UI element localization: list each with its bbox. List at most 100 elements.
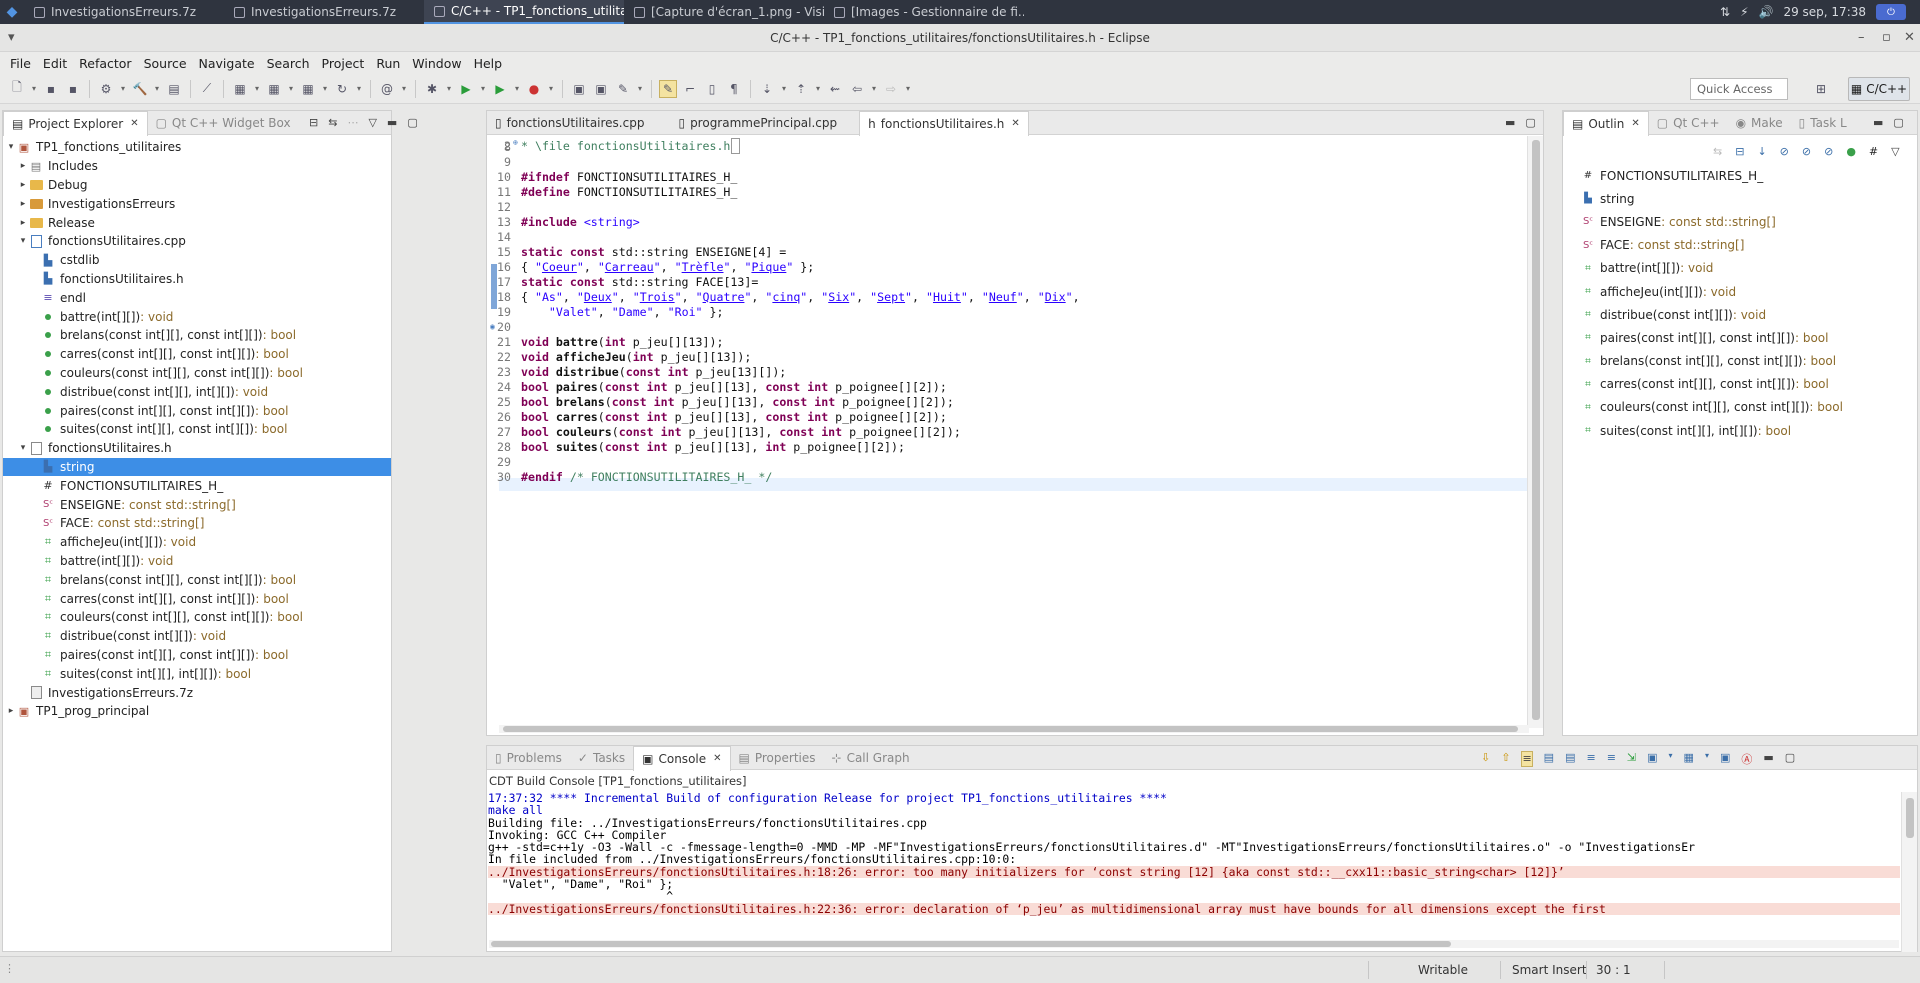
tree-item[interactable]: carres(const int[][], const int[][]) : b…	[3, 345, 391, 364]
build-settings-icon[interactable]: ⚙	[97, 80, 115, 98]
expand-arrow-icon[interactable]: ▸	[5, 706, 17, 716]
tab-outline[interactable]: ▤ Outlin ✕	[1563, 110, 1649, 136]
tree-item[interactable]: ▸ Release	[3, 213, 391, 232]
back-icon[interactable]: ⇦	[848, 80, 866, 98]
console-toggle-icon[interactable]: ▣	[1720, 751, 1730, 767]
tree-item[interactable]: ▙ fonctionsUtilitaires.h	[3, 270, 391, 289]
maximize-view-icon[interactable]: ▢	[407, 116, 417, 129]
binary-icon[interactable]: ▤	[165, 80, 183, 98]
dropdown-icon[interactable]: ▾	[119, 80, 127, 98]
block-selection-icon[interactable]: ⌐	[681, 80, 699, 98]
outline-item[interactable]: ⌗ afficheJeu(int[][]) : void	[1563, 280, 1913, 303]
scroll-up-icon[interactable]: ⇧	[1501, 751, 1510, 767]
menu-project[interactable]: Project	[316, 56, 371, 71]
at-icon[interactable]: @	[378, 80, 396, 98]
perspective-button[interactable]: ▦ C/C++	[1848, 77, 1910, 101]
previous-annotation-icon[interactable]: ⇡	[792, 80, 810, 98]
tab-programme-principal-cpp[interactable]: ▯ programmePrincipal.cpp	[670, 111, 845, 135]
collapse-arrow-icon[interactable]: ▾	[17, 443, 29, 453]
dropdown-icon[interactable]: ▾	[870, 80, 878, 98]
volume-icon[interactable]: 🔊	[1759, 5, 1774, 19]
external-tools-icon[interactable]: ●	[525, 80, 543, 98]
menu-refactor[interactable]: Refactor	[73, 56, 137, 71]
collapse-all-icon[interactable]: ⊟	[1735, 145, 1744, 158]
maximize-view-icon[interactable]: ▢	[1893, 116, 1903, 129]
menu-run[interactable]: Run	[370, 56, 406, 71]
filter-icon[interactable]: ⋯	[347, 116, 358, 129]
start-menu-icon[interactable]: ◆	[0, 0, 24, 24]
quick-access-input[interactable]: Quick Access	[1690, 78, 1788, 100]
scrollbar-thumb[interactable]	[1906, 798, 1914, 838]
skip-breakpoints-icon[interactable]: ⟋	[198, 80, 216, 98]
close-tab-icon[interactable]: ✕	[130, 118, 138, 129]
dropdown-icon[interactable]: ▾	[321, 80, 329, 98]
tab-fonctions-utilitaires-cpp[interactable]: ▯ fonctionsUtilitaires.cpp	[487, 111, 652, 135]
dropdown-icon[interactable]: ▾	[30, 80, 38, 98]
outline-item[interactable]: Sᶜ ENSEIGNE : const std::string[]	[1563, 210, 1913, 233]
maximize-view-icon[interactable]: ▢	[1785, 751, 1795, 767]
dropdown-icon[interactable]: ▾	[479, 80, 487, 98]
menu-edit[interactable]: Edit	[37, 56, 73, 71]
open-console-icon[interactable]: ▦	[1684, 751, 1694, 767]
display-console-icon[interactable]: ▣	[1647, 751, 1657, 767]
tree-item[interactable]: ⌗ carres(const int[][], const int[][]) : …	[3, 589, 391, 608]
dropdown-icon[interactable]: ▾	[1705, 751, 1709, 767]
view-menu-icon[interactable]: ▽	[368, 116, 376, 129]
tree-item[interactable]: battre(int[][]) : void	[3, 307, 391, 326]
dropdown-icon[interactable]: ▾	[547, 80, 555, 98]
hide-groups-icon[interactable]: ●	[1846, 145, 1856, 158]
editor-horizontal-scrollbar[interactable]	[499, 725, 1529, 733]
tab-console[interactable]: ▣ Console ✕	[633, 745, 731, 771]
tree-item[interactable]: ⌗ distribue(const int[][]) : void	[3, 627, 391, 646]
dropdown-icon[interactable]: ▾	[780, 80, 788, 98]
menu-file[interactable]: File	[4, 56, 37, 71]
tree-item[interactable]: ⌗ suites(const int[][], int[][]) : bool	[3, 664, 391, 683]
collapse-arrow-icon[interactable]: ▾	[17, 236, 29, 246]
scroll-lock-icon[interactable]: ≡	[1521, 751, 1533, 767]
expand-arrow-icon[interactable]: ▸	[17, 161, 29, 171]
tree-item[interactable]: brelans(const int[][], const int[][]) : …	[3, 326, 391, 345]
dropdown-icon[interactable]: ▾	[253, 80, 261, 98]
tab-call-graph[interactable]: ⊹ Call Graph	[824, 746, 918, 770]
toggle-comment-icon[interactable]: ▯	[703, 80, 721, 98]
tree-item[interactable]: ▸ ▣ TP1_prog_principal	[3, 702, 391, 721]
menu-window[interactable]: Window	[406, 56, 467, 71]
tree-item[interactable]: InvestigationsErreurs.7z	[3, 683, 391, 702]
close-tab-icon[interactable]: ✕	[1631, 118, 1639, 129]
dropdown-icon[interactable]: ▾	[814, 80, 822, 98]
last-edit-icon[interactable]: ⇜	[826, 80, 844, 98]
tab-qt-cpp[interactable]: ▢ Qt C++	[1649, 111, 1728, 135]
menu-navigate[interactable]: Navigate	[193, 56, 261, 71]
open-perspective-icon[interactable]: ⊞	[1812, 80, 1830, 98]
taskbar-task[interactable]: C/C++ - TP1_fonctions_utilitai...	[424, 0, 624, 24]
tree-item[interactable]: ▙ string	[3, 457, 391, 477]
refresh-icon[interactable]: ↻	[333, 80, 351, 98]
previous-error-icon[interactable]: ≡	[1586, 751, 1595, 767]
tree-item[interactable]: ⌗ afficheJeu(int[][]) : void	[3, 533, 391, 552]
dropdown-icon[interactable]: ▾	[904, 80, 912, 98]
pin-console-icon[interactable]: ⇲	[1627, 751, 1636, 767]
tree-item[interactable]: ⌗ battre(int[][]) : void	[3, 552, 391, 571]
close-window-icon[interactable]: ✕	[1904, 24, 1915, 52]
outline-item[interactable]: ⌗ suites(const int[][], int[][]) : bool	[1563, 419, 1913, 442]
new-folder-icon[interactable]: ▦	[265, 80, 283, 98]
scrollbar-thumb[interactable]	[491, 941, 1451, 947]
next-error-icon[interactable]: ▤	[1565, 751, 1575, 767]
editor-vertical-scrollbar[interactable]	[1527, 136, 1543, 728]
show-whitespace-icon[interactable]: ¶	[725, 80, 743, 98]
minimize-view-icon[interactable]: ▬	[1873, 116, 1883, 129]
sort-icon[interactable]: ↓	[1757, 145, 1766, 158]
outline-item[interactable]: ⌗ carres(const int[][], const int[][]) : …	[1563, 373, 1913, 396]
taskbar-task[interactable]: [Images - Gestionnaire de fi...	[824, 0, 1024, 24]
new-class-icon[interactable]: ▦	[299, 80, 317, 98]
dropdown-icon[interactable]: ▾	[636, 80, 644, 98]
save-all-icon[interactable]: ▪	[64, 80, 82, 98]
hide-fields-icon[interactable]: ⊘	[1780, 145, 1789, 158]
tree-item[interactable]: ▙ cstdlib	[3, 251, 391, 270]
maximize-view-icon[interactable]: ▢	[1525, 116, 1535, 129]
tab-task-list[interactable]: ▯ Task L	[1791, 111, 1855, 135]
status-menu-icon[interactable]: ⋮	[4, 962, 15, 975]
debug-icon[interactable]: ✱	[423, 80, 441, 98]
copy-build-log-icon[interactable]: ▤	[1544, 751, 1554, 767]
menu-search[interactable]: Search	[261, 56, 316, 71]
